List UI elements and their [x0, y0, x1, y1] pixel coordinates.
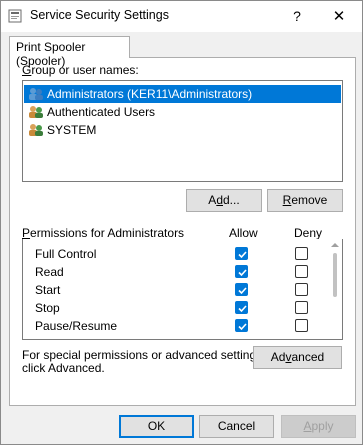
apply-button[interactable]: Apply	[281, 415, 356, 438]
shield-app-icon	[8, 9, 22, 23]
user-list[interactable]: Administrators (KER11\Administrators) Au…	[22, 80, 343, 182]
permission-name: Start	[35, 283, 61, 297]
security-settings-dialog: Service Security Settings ? ✕ Print Spoo…	[0, 0, 363, 445]
table-row: Read	[23, 263, 328, 281]
add-button[interactable]: Add...	[186, 189, 262, 212]
permission-name: Full Control	[35, 247, 97, 261]
ok-button[interactable]: OK	[119, 415, 194, 438]
user-group-icon	[29, 88, 43, 100]
title-bar: Service Security Settings ? ✕	[1, 1, 362, 32]
list-item[interactable]: Authenticated Users	[24, 103, 341, 121]
deny-header: Deny	[294, 226, 323, 240]
user-name: Administrators (KER11\Administrators)	[47, 87, 253, 101]
scroll-thumb[interactable]	[333, 253, 337, 297]
deny-checkbox[interactable]	[295, 319, 308, 332]
table-row: Stop	[23, 299, 328, 317]
user-group-icon	[29, 106, 43, 118]
allow-checkbox[interactable]	[235, 301, 248, 314]
advanced-button[interactable]: Advanced	[253, 346, 342, 369]
close-button[interactable]: ✕	[317, 2, 361, 31]
allow-header: Allow	[229, 226, 258, 240]
table-row: Pause/Resume	[23, 317, 328, 335]
deny-checkbox[interactable]	[295, 265, 308, 278]
permissions-list[interactable]: Full Control Read Start Stop Pause/Resum…	[22, 239, 343, 340]
user-name: SYSTEM	[47, 123, 97, 137]
permissions-label: Permissions for Administrators	[22, 226, 185, 240]
vertical-scrollbar[interactable]	[328, 239, 342, 339]
help-button[interactable]: ?	[282, 2, 312, 31]
user-name: Authenticated Users	[47, 105, 156, 119]
tab-print-spooler[interactable]: Print Spooler (Spooler)	[9, 36, 130, 68]
window-title: Service Security Settings	[30, 8, 169, 22]
user-group-icon	[29, 124, 43, 136]
table-row: Start	[23, 281, 328, 299]
permission-name: Pause/Resume	[35, 319, 118, 333]
list-item[interactable]: SYSTEM	[24, 121, 341, 139]
allow-checkbox[interactable]	[235, 319, 248, 332]
remove-button[interactable]: Remove	[267, 189, 343, 212]
table-row: Full Control	[23, 245, 328, 263]
permission-name: Stop	[35, 301, 60, 315]
allow-checkbox[interactable]	[235, 247, 248, 260]
allow-checkbox[interactable]	[235, 265, 248, 278]
scroll-up-icon[interactable]	[331, 243, 339, 247]
special-permissions-line1: For special permissions or advanced sett…	[22, 348, 266, 362]
allow-checkbox[interactable]	[235, 283, 248, 296]
cancel-button[interactable]: Cancel	[199, 415, 274, 438]
special-permissions-line2: click Advanced.	[22, 361, 105, 375]
list-item[interactable]: Administrators (KER11\Administrators)	[24, 85, 341, 103]
deny-checkbox[interactable]	[295, 247, 308, 260]
deny-checkbox[interactable]	[295, 283, 308, 296]
deny-checkbox[interactable]	[295, 301, 308, 314]
permission-name: Read	[35, 265, 64, 279]
